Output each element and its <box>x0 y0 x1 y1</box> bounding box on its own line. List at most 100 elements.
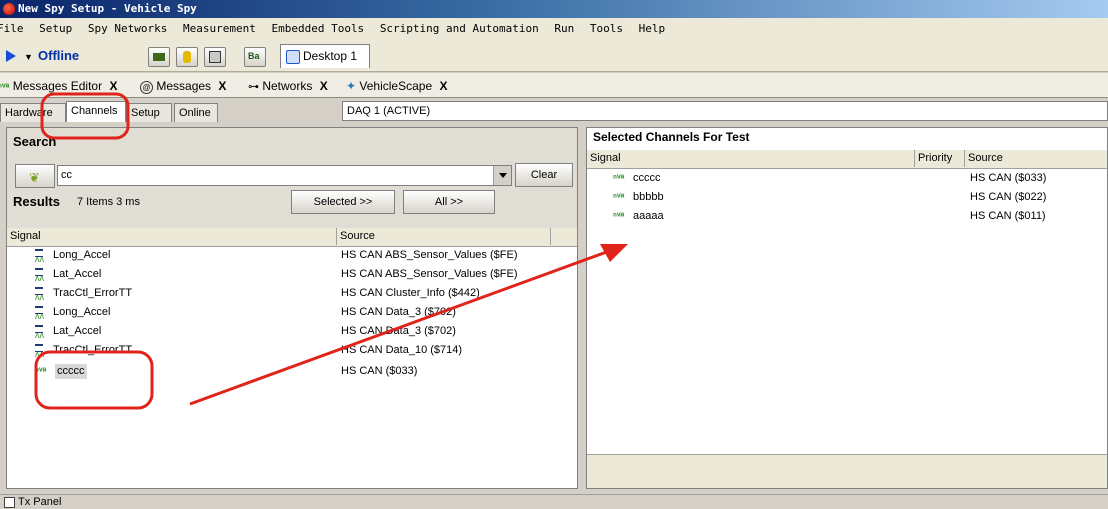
column-priority[interactable]: Priority <box>915 150 965 167</box>
table-row[interactable]: ʌʌ TracCtl_ErrorTT HS CAN Data_10 ($714) <box>7 341 577 360</box>
app-icon <box>3 3 15 15</box>
column-source[interactable]: Source <box>965 150 1107 167</box>
save-icon[interactable] <box>204 47 226 67</box>
menu-measurement[interactable]: Measurement <box>183 22 256 35</box>
signal-icon: ⁿᵛᵃ <box>0 82 10 93</box>
table-row[interactable]: ⁿᵛᵃ aaaaa HS CAN ($011) <box>587 207 1107 226</box>
close-icon[interactable]: X <box>218 79 226 93</box>
signal-wave-icon: ʌʌ <box>35 344 49 359</box>
toolbar: ▼ Offline Ba Desktop 1 <box>0 40 1108 72</box>
table-row[interactable]: ʌʌ TracCtl_ErrorTT HS CAN Cluster_Info (… <box>7 284 577 303</box>
title-bar: New Spy Setup - Vehicle Spy <box>0 0 1108 18</box>
table-row[interactable]: ʌʌ Lat_Accel HS CAN ABS_Sensor_Values ($… <box>7 265 577 284</box>
tab-hardware[interactable]: Hardware <box>0 103 66 122</box>
search-title: Search <box>13 134 57 149</box>
table-row[interactable]: ⁿᵛᵃ ccccc HS CAN ($033) <box>7 362 577 381</box>
message-signal-icon: ⁿᵛᵃ <box>613 211 625 222</box>
vehiclescape-icon: ✦ <box>346 79 357 93</box>
menu-help[interactable]: Help <box>639 22 666 35</box>
network-icon: ⊶ <box>248 81 259 93</box>
tab-online[interactable]: Online <box>174 103 218 122</box>
row-source: HS CAN Cluster_Info ($442) <box>341 287 480 299</box>
chevron-down-icon[interactable] <box>493 166 511 185</box>
menu-spy-networks[interactable]: Spy Networks <box>88 22 167 35</box>
table-row[interactable]: ʌʌ Long_Accel HS CAN ABS_Sensor_Values (… <box>7 246 577 265</box>
menu-run[interactable]: Run <box>554 22 574 35</box>
row-signal: Long_Accel <box>53 306 111 318</box>
menu-tools[interactable]: Tools <box>590 22 623 35</box>
message-icon[interactable]: Ba <box>244 47 266 67</box>
tx-panel-label: Tx Panel <box>18 496 62 508</box>
signal-wave-icon: ʌʌ <box>35 268 49 283</box>
desktop-icon <box>286 50 300 64</box>
search-button[interactable]: ❦ <box>15 164 55 188</box>
tab-label: Messages Editor <box>12 79 103 93</box>
results-table-header: Signal Source <box>7 228 577 247</box>
menu-bar: File Setup Spy Networks Measurement Embe… <box>0 18 1108 40</box>
table-row[interactable]: ʌʌ Lat_Accel HS CAN Data_3 ($702) <box>7 322 577 341</box>
selected-channels-title: Selected Channels For Test <box>593 130 750 144</box>
row-source: HS CAN Data_3 ($702) <box>341 325 456 337</box>
selected-table-header: Signal Priority Source <box>587 150 1107 169</box>
daq-selector[interactable]: DAQ 1 (ACTIVE) <box>342 101 1108 121</box>
hardware-icon[interactable] <box>148 47 170 67</box>
database-icon[interactable] <box>176 47 198 67</box>
signal-wave-icon: ʌʌ <box>35 325 49 340</box>
table-row[interactable]: ʌʌ Long_Accel HS CAN Data_3 ($702) <box>7 303 577 322</box>
row-signal: Lat_Accel <box>53 268 102 280</box>
tx-panel-bar[interactable]: Tx Panel <box>0 494 1108 509</box>
row-signal: TracCtl_ErrorTT <box>53 287 133 299</box>
close-icon[interactable]: X <box>109 79 117 93</box>
tab-networks[interactable]: ⊶ Networks X <box>248 76 328 96</box>
message-signal-icon: ⁿᵛᵃ <box>613 173 625 184</box>
search-input[interactable]: cc <box>57 165 512 186</box>
tx-panel-icon <box>4 497 15 508</box>
add-all-button[interactable]: All >> <box>403 190 495 214</box>
row-source: HS CAN Data_3 ($702) <box>341 306 456 318</box>
messages-icon: @ <box>140 81 153 94</box>
close-icon[interactable]: X <box>320 79 328 93</box>
menu-embedded-tools[interactable]: Embedded Tools <box>271 22 364 35</box>
window-title: New Spy Setup - Vehicle Spy <box>18 2 197 15</box>
row-signal: TracCtl_ErrorTT <box>53 344 133 356</box>
column-signal[interactable]: Signal <box>587 150 915 167</box>
status-offline[interactable]: Offline <box>38 48 79 63</box>
play-icon[interactable] <box>6 50 16 62</box>
tab-setup[interactable]: Setup <box>126 103 172 122</box>
tab-channels[interactable]: Channels <box>66 101 126 122</box>
results-label: Results <box>13 194 60 209</box>
message-signal-icon: ⁿᵛᵃ <box>35 366 47 377</box>
row-signal: Long_Accel <box>53 249 111 261</box>
table-row[interactable]: ⁿᵛᵃ bbbbb HS CAN ($022) <box>587 188 1107 207</box>
column-signal[interactable]: Signal <box>7 228 337 245</box>
signal-wave-icon: ʌʌ <box>35 287 49 302</box>
row-source: HS CAN ($033) <box>970 172 1047 184</box>
tab-desktop-1[interactable]: Desktop 1 <box>280 44 370 68</box>
tab-messages-editor[interactable]: ⁿᵛᵃ Messages Editor X <box>0 76 117 96</box>
close-icon[interactable]: X <box>439 79 447 93</box>
clear-button[interactable]: Clear <box>515 163 573 187</box>
sub-tabs: Hardware Channels Setup Online <box>0 99 345 123</box>
tab-label: Messages <box>156 79 212 93</box>
row-source: HS CAN ($011) <box>970 210 1046 222</box>
column-source[interactable]: Source <box>337 228 551 245</box>
selected-panel-footer <box>587 454 1107 488</box>
menu-file[interactable]: File <box>0 22 24 35</box>
menu-scripting[interactable]: Scripting and Automation <box>380 22 539 35</box>
row-signal: ccccc <box>55 364 87 379</box>
selected-channels-panel: Selected Channels For Test Signal Priori… <box>586 127 1108 489</box>
desktop-tab-label: Desktop 1 <box>303 49 358 63</box>
results-count: 7 Items 3 ms <box>77 196 140 208</box>
tab-vehiclescape[interactable]: ✦ VehicleScape X <box>346 76 448 96</box>
tab-label: Networks <box>262 79 313 93</box>
search-area: Search ❦ cc Clear Results 7 Items 3 ms S… <box>7 128 577 228</box>
add-selected-button[interactable]: Selected >> <box>291 190 395 214</box>
row-source: HS CAN ($022) <box>970 191 1047 203</box>
tab-messages[interactable]: @ Messages X <box>140 76 226 96</box>
menu-setup[interactable]: Setup <box>39 22 72 35</box>
tab-label: VehicleScape <box>359 79 433 93</box>
row-source: HS CAN ($033) <box>341 365 418 377</box>
chevron-down-icon[interactable]: ▼ <box>24 52 33 62</box>
table-row[interactable]: ⁿᵛᵃ ccccc HS CAN ($033) <box>587 169 1107 188</box>
row-source: HS CAN Data_10 ($714) <box>341 344 463 356</box>
